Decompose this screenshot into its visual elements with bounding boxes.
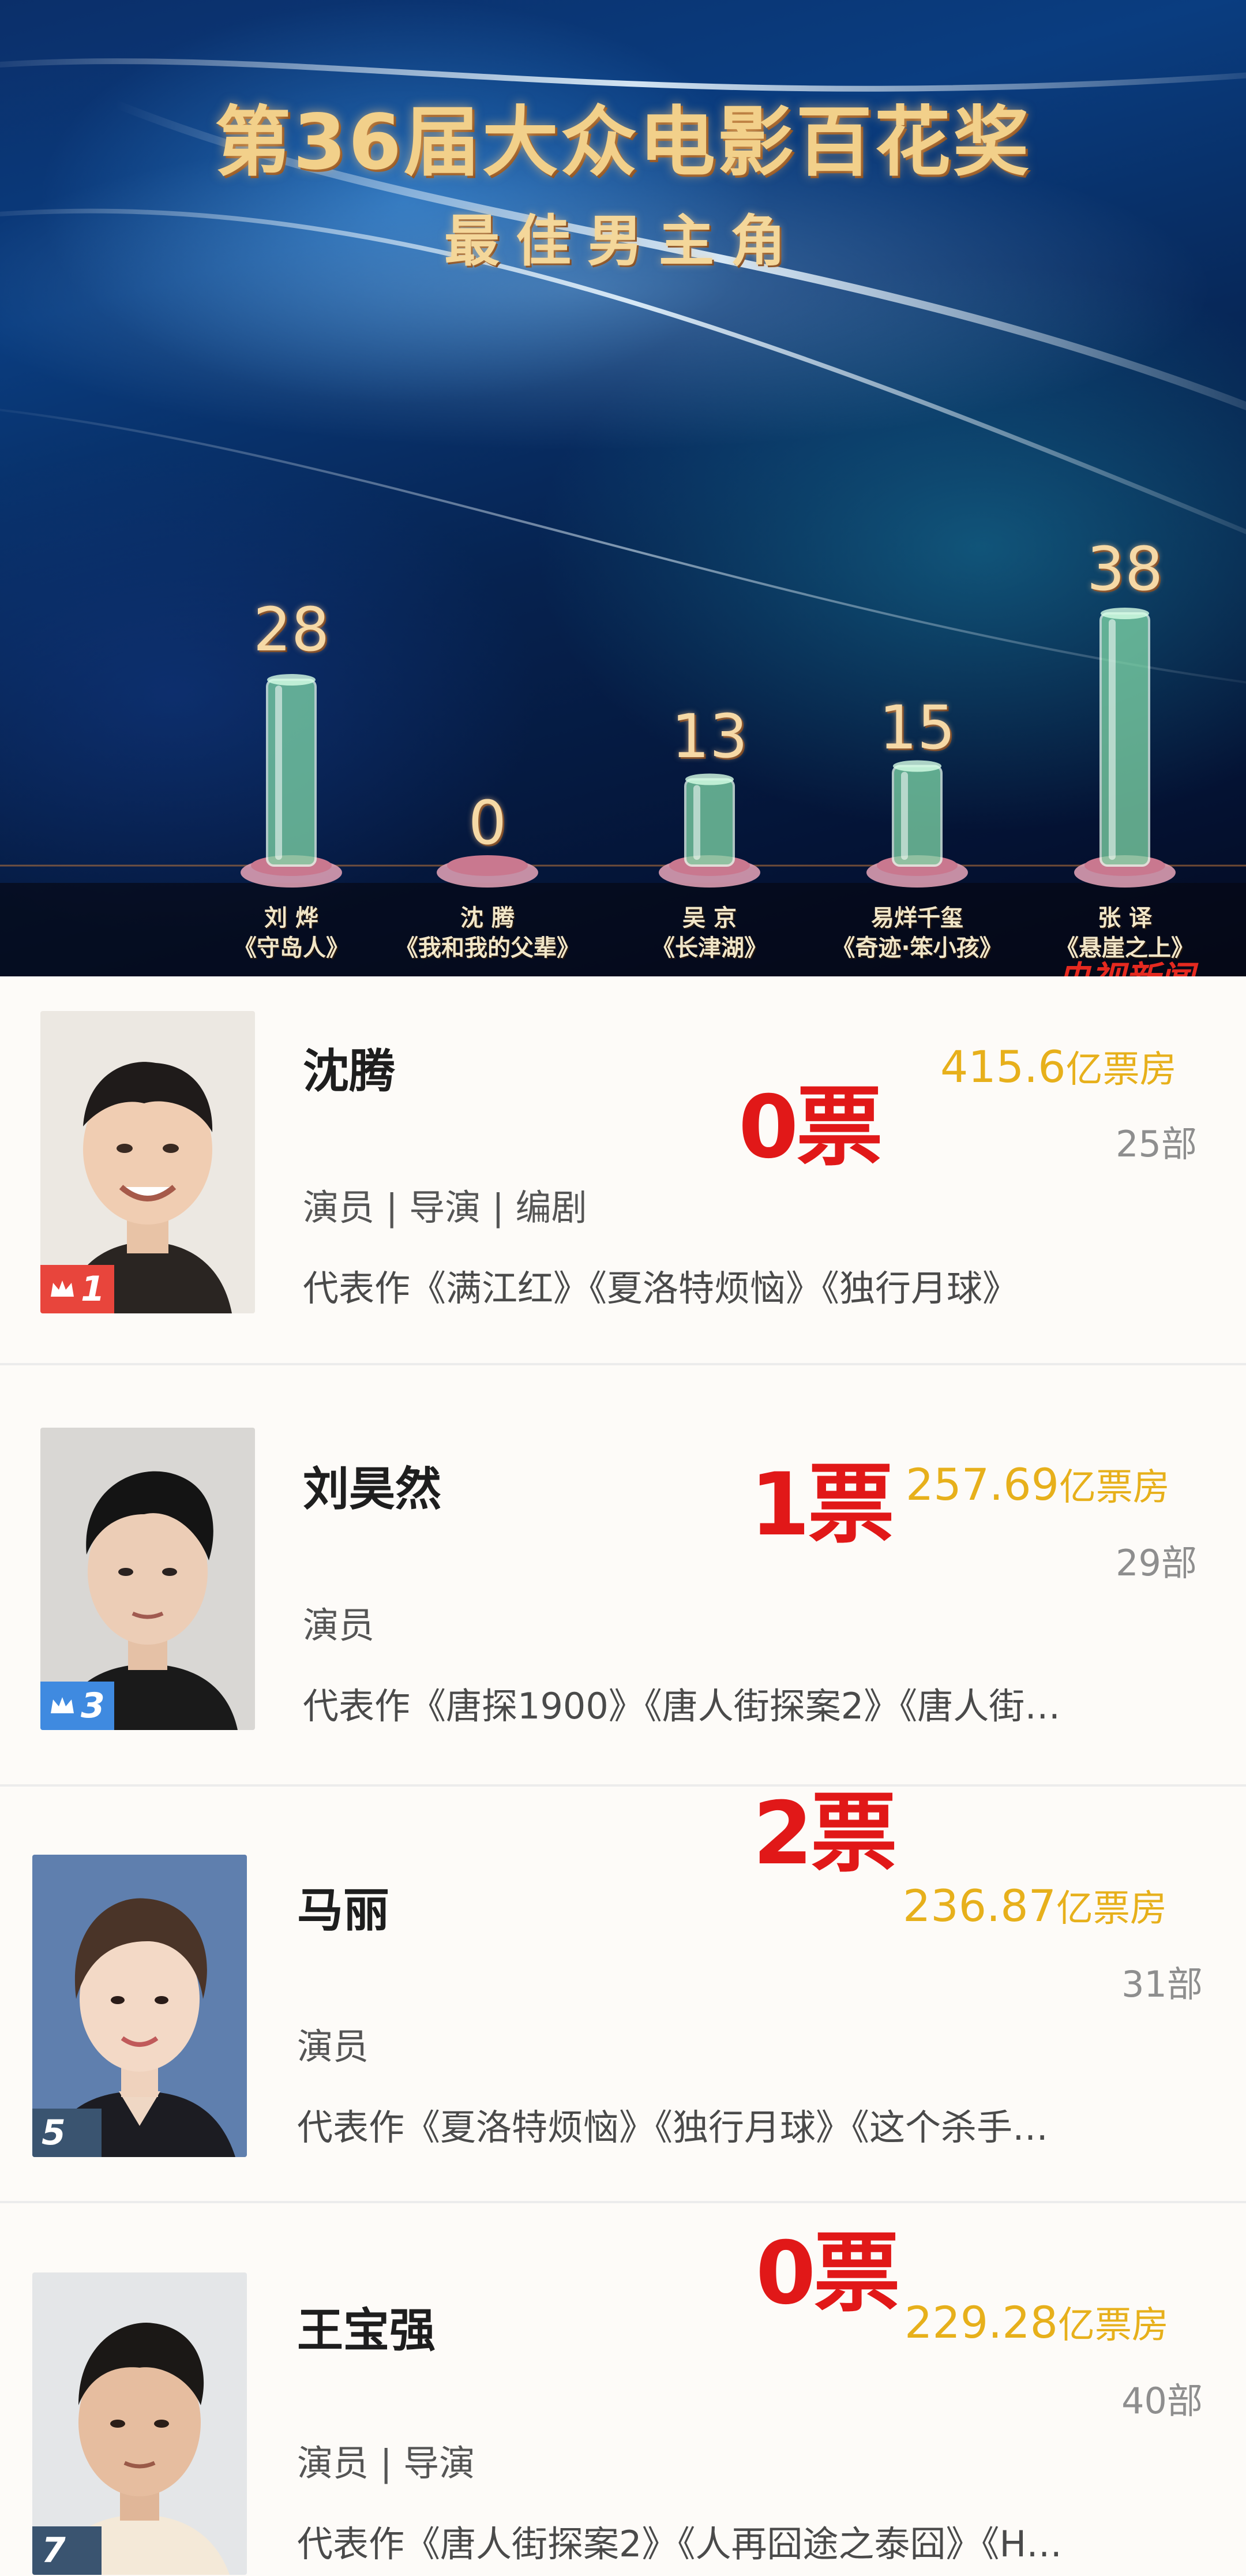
bar-value: 38: [1086, 534, 1164, 604]
vote-count: 0票: [738, 1077, 883, 1178]
film-count: 40部: [1121, 2380, 1203, 2422]
representative-works: 代表作《唐探1900》《唐人街探案2》《唐人街…: [303, 1685, 1061, 1727]
nominee-name: 吴 京: [682, 905, 737, 931]
nominee-label: 吴 京 《长津湖》: [606, 903, 813, 963]
nominee-name: 沈 腾: [460, 905, 515, 931]
list-item[interactable]: 5 马丽 2票 236.87亿票房 31部 演员 代表作《夏洛特烦恼》《独行月球…: [0, 1784, 1246, 2202]
box-office-value: 236.87: [903, 1880, 1056, 1931]
bar-value: 0: [468, 788, 507, 858]
vote-bar-cap: [1101, 608, 1149, 619]
bar-value: 13: [671, 701, 748, 772]
nominee-film: 《奇迹·笨小孩》: [832, 935, 1003, 961]
vote-bar: [684, 778, 735, 867]
actor-photo: 7: [32, 2272, 247, 2575]
vote-bar-chart: [241, 608, 1176, 888]
rank-badge: 1: [40, 1265, 114, 1313]
vote-bar: [1099, 612, 1150, 867]
vote-bar: [266, 679, 317, 867]
vote-bar-highlight: [693, 785, 700, 860]
box-office-unit: 亿票房: [1065, 1049, 1177, 1091]
box-office-value: 229.28: [905, 2297, 1058, 2348]
vote-bar-cap: [685, 773, 734, 785]
actor-roles: 演员 | 导演: [297, 2442, 475, 2484]
bar-base-ring-inner: [447, 855, 528, 876]
vote-count: 1票: [750, 1455, 894, 1555]
vote-bar-highlight: [275, 686, 282, 860]
crown-icon: [51, 1697, 74, 1713]
actor-roles: 演员: [297, 2025, 369, 2068]
nominee-name: 张 译: [1098, 905, 1152, 931]
nominee-label: 易烊千玺 《奇迹·笨小孩》: [813, 903, 1021, 963]
vote-bar-highlight: [901, 772, 908, 860]
box-office-value: 257.69: [906, 1459, 1059, 1510]
award-broadcast-panel: 第36届大众电影百花奖 最佳男主角 28 0 13 15 38 刘 烨 《守岛人…: [0, 0, 1246, 976]
actor-list: 1 沈腾 0票 415.6亿票房 25部 演员 | 导演 | 编剧 代表作《满江…: [0, 976, 1246, 2576]
list-item[interactable]: 1 沈腾 0票 415.6亿票房 25部 演员 | 导演 | 编剧 代表作《满江…: [0, 976, 1246, 1364]
rank-badge: 3: [40, 1682, 114, 1730]
vote-count: 2票: [753, 1784, 897, 1884]
rank-number: 3: [81, 1686, 105, 1726]
actor-photo: 1: [40, 1011, 255, 1313]
actor-name[interactable]: 沈腾: [303, 1034, 395, 1101]
nominee-film: 《长津湖》: [652, 935, 767, 961]
actor-name[interactable]: 刘昊然: [303, 1452, 441, 1519]
nominee-film: 《守岛人》: [234, 935, 349, 961]
box-office: 229.28亿票房: [905, 2296, 1169, 2349]
nominee-name: 易烊千玺: [871, 905, 963, 931]
crown-icon: [51, 1280, 74, 1297]
box-office-unit: 亿票房: [1059, 1466, 1170, 1509]
vote-bar: [892, 765, 943, 867]
list-item[interactable]: 7 王宝强 0票 229.28亿票房 40部 演员 | 导演 代表作《唐人街探案…: [0, 2203, 1246, 2576]
representative-works: 代表作《夏洛特烦恼》《独行月球》《这个杀手…: [297, 2106, 1049, 2148]
representative-works: 代表作《唐人街探案2》《人再囧途之泰囧》《H…: [297, 2523, 1063, 2565]
box-office-unit: 亿票房: [1056, 1888, 1167, 1930]
nominee-label: 沈 腾 《我和我的父辈》: [384, 903, 591, 963]
rank-number: 7: [42, 2530, 66, 2571]
vote-count: 0票: [756, 2223, 900, 2324]
actor-roles: 演员: [303, 1604, 375, 1646]
actor-photo: 5: [32, 1855, 247, 2157]
actor-photo: 3: [40, 1428, 255, 1730]
box-office: 236.87亿票房: [903, 1879, 1167, 1932]
box-office-value: 415.6: [940, 1041, 1066, 1092]
nominee-film: 《我和我的父辈》: [395, 935, 580, 961]
film-count: 29部: [1116, 1542, 1197, 1584]
rank-number: 1: [81, 1269, 105, 1309]
vote-bar-cap: [267, 674, 316, 686]
nominee-label: 刘 烨 《守岛人》: [187, 903, 395, 963]
box-office-unit: 亿票房: [1057, 2304, 1169, 2347]
list-item[interactable]: 3 刘昊然 1票 257.69亿票房 29部 演员 代表作《唐探1900》《唐人…: [0, 1365, 1246, 1785]
film-count: 25部: [1116, 1123, 1197, 1165]
rank-badge: 5: [32, 2109, 102, 2157]
broadcaster-logo: 央视新闻: [1056, 951, 1194, 976]
representative-works: 代表作《满江红》《夏洛特烦恼》《独行月球》: [303, 1267, 1019, 1309]
nominee-name: 刘 烨: [264, 905, 318, 931]
film-count: 31部: [1121, 1963, 1203, 2005]
actor-name[interactable]: 王宝强: [297, 2293, 436, 2360]
box-office: 257.69亿票房: [906, 1458, 1170, 1511]
actor-roles: 演员 | 导演 | 编剧: [303, 1186, 587, 1229]
bar-value: 15: [879, 692, 956, 763]
box-office: 415.6亿票房: [940, 1040, 1177, 1093]
vote-bar-highlight: [1109, 619, 1116, 860]
bar-value: 28: [253, 594, 330, 665]
rank-badge: 7: [32, 2526, 102, 2575]
actor-name[interactable]: 马丽: [297, 1873, 389, 1940]
rank-number: 5: [42, 2113, 66, 2153]
